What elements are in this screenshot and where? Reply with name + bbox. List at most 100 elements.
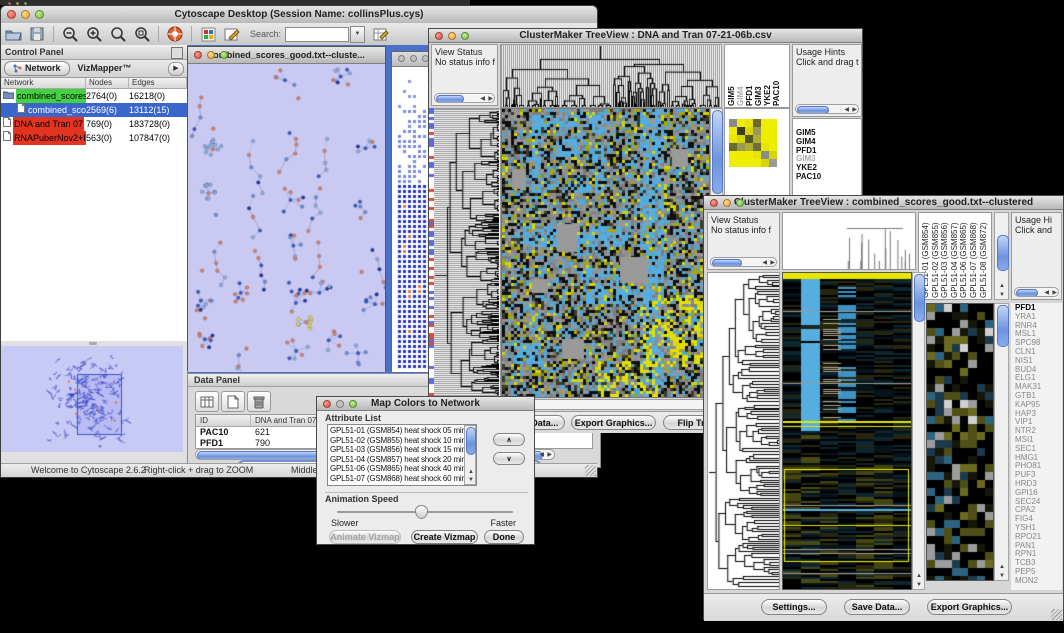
- column-dendrogram-panel[interactable]: [500, 44, 722, 108]
- minimize-button[interactable]: [723, 199, 731, 207]
- close-button[interactable]: [435, 32, 443, 40]
- matrix-cell[interactable]: [745, 119, 753, 127]
- attribute-list-vscrollbar[interactable]: [464, 425, 476, 485]
- matrix-cell[interactable]: [753, 143, 761, 151]
- column-labels-vscrollbar[interactable]: [994, 212, 1009, 300]
- close-button[interactable]: [323, 400, 331, 408]
- zoom-heatmap-canvas[interactable]: [926, 303, 994, 581]
- column-label[interactable]: GPL51-04 (GSM857): [950, 214, 960, 298]
- matrix-cell[interactable]: [737, 127, 745, 135]
- search-input[interactable]: [285, 27, 349, 42]
- search-dropdown-button[interactable]: [350, 26, 365, 43]
- column-label[interactable]: GIM5: [727, 46, 736, 106]
- help-lifebuoy-button[interactable]: [163, 24, 187, 44]
- column-header-id[interactable]: ID: [196, 415, 251, 426]
- move-down-button[interactable]: ∨: [493, 452, 525, 465]
- matrix-cell[interactable]: [729, 127, 737, 135]
- network-row-combined-scores[interactable]: combined_scores2764(0)16218(0): [1, 89, 187, 103]
- matrix-cell[interactable]: [745, 143, 753, 151]
- zoom-button[interactable]: [349, 400, 357, 408]
- row-label[interactable]: MON2: [1015, 577, 1062, 586]
- treeview2-titlebar[interactable]: ClusterMaker TreeView : combined_scores_…: [704, 196, 1063, 210]
- animate-vizmap-button[interactable]: Animate Vizmap: [329, 530, 401, 544]
- save-button[interactable]: [25, 24, 49, 44]
- matrix-cell[interactable]: [753, 151, 761, 159]
- minimize-button[interactable]: [21, 10, 30, 19]
- zoom-button[interactable]: [220, 51, 228, 59]
- column-header-network[interactable]: Network: [1, 78, 86, 88]
- close-button[interactable]: [398, 55, 405, 62]
- main-heatmap-canvas[interactable]: [782, 272, 912, 590]
- matrix-cell[interactable]: [769, 143, 777, 151]
- column-label[interactable]: GPL51-07 (GSM868): [969, 214, 979, 298]
- float-panel-icon[interactable]: [171, 47, 183, 59]
- matrix-cell[interactable]: [761, 135, 769, 143]
- move-up-button[interactable]: ∧: [493, 433, 525, 446]
- matrix-cell[interactable]: [729, 135, 737, 143]
- export-graphics-button[interactable]: Export Graphics...: [571, 415, 656, 430]
- matrix-cell[interactable]: [737, 135, 745, 143]
- column-label[interactable]: GPL51-03 (GSM856): [940, 214, 950, 298]
- matrix-cell[interactable]: [729, 143, 737, 151]
- matrix-cell[interactable]: [769, 159, 777, 167]
- column-header-edges[interactable]: Edges: [129, 78, 187, 88]
- speed-slider-thumb[interactable]: [415, 505, 428, 519]
- treeview1-titlebar[interactable]: ClusterMaker TreeView : DNA and Tran 07-…: [429, 29, 862, 43]
- settings-button[interactable]: Settings...: [761, 599, 827, 615]
- attribute-item[interactable]: GPL51-01 (GSM854) heat shock 05 min: [330, 426, 476, 436]
- matrix-cell[interactable]: [745, 159, 753, 167]
- matrix-cell[interactable]: [753, 119, 761, 127]
- column-label[interactable]: GPL51-08 (GSM872): [979, 214, 989, 298]
- resize-grip[interactable]: [1051, 609, 1062, 620]
- matrix-cell[interactable]: [729, 119, 737, 127]
- dialog-titlebar[interactable]: Map Colors to Network: [317, 397, 534, 411]
- attribute-item[interactable]: GPL51-04 (GSM857) heat shock 20 min: [330, 455, 476, 465]
- view-status-hscrollbar[interactable]: [710, 257, 777, 267]
- save-data-button[interactable]: Save Data...: [844, 599, 910, 615]
- matrix-cell[interactable]: [745, 135, 753, 143]
- attribute-item[interactable]: GPL51-07 (GSM868) heat shock 60 min: [330, 474, 476, 484]
- attribute-item[interactable]: GPL51-06 (GSM865) heat shock 40 min: [330, 464, 476, 474]
- column-label[interactable]: PAC10: [772, 46, 781, 106]
- matrix-cell[interactable]: [753, 127, 761, 135]
- attribute-item[interactable]: GPL51-03 (GSM856) heat shock 15 min: [330, 445, 476, 455]
- zoom-fit-button[interactable]: [106, 24, 130, 44]
- tab-vizmapper[interactable]: VizMapper™: [70, 62, 140, 75]
- matrix-cell[interactable]: [745, 127, 753, 135]
- matrix-cell[interactable]: [761, 159, 769, 167]
- close-button[interactable]: [710, 199, 718, 207]
- matrix-cell[interactable]: [761, 127, 769, 135]
- matrix-cell[interactable]: [761, 151, 769, 159]
- main-window-titlebar[interactable]: Cytoscape Desktop (Session Name: collins…: [1, 6, 597, 24]
- usage-hints-hscrollbar[interactable]: [1014, 287, 1059, 297]
- matrix-cell[interactable]: [761, 119, 769, 127]
- matrix-cell[interactable]: [769, 127, 777, 135]
- minimize-button[interactable]: [448, 32, 456, 40]
- scroll-left-icon[interactable]: [539, 452, 544, 458]
- tab-overflow-button[interactable]: ▶: [168, 62, 184, 76]
- zoom-vscrollbar[interactable]: [994, 303, 1009, 581]
- export-graphics-button[interactable]: Export Graphics...: [927, 599, 1012, 615]
- main-heatmap-canvas[interactable]: [501, 108, 710, 398]
- zoom-button[interactable]: [35, 10, 44, 19]
- zoom-button[interactable]: [461, 32, 469, 40]
- column-header-nodes[interactable]: Nodes: [86, 78, 129, 88]
- matrix-cell[interactable]: [729, 151, 737, 159]
- row-label[interactable]: PAC10: [796, 173, 861, 182]
- row-dendrogram-panel[interactable]: [434, 108, 501, 398]
- column-label[interactable]: GPL51-02 (GSM855): [931, 214, 941, 298]
- zoom-button[interactable]: [736, 199, 744, 207]
- resize-grip[interactable]: [585, 465, 596, 476]
- close-button[interactable]: [194, 51, 202, 59]
- column-label[interactable]: GIM4: [736, 46, 745, 106]
- tab-network[interactable]: Network: [4, 61, 70, 76]
- attribute-select-button[interactable]: [195, 391, 219, 412]
- close-button[interactable]: [7, 10, 16, 19]
- attribute-item[interactable]: GPL51-02 (GSM855) heat shock 10 min: [330, 436, 476, 446]
- minimize-button[interactable]: [207, 51, 215, 59]
- scroll-right-icon[interactable]: [547, 452, 552, 458]
- matrix-cell[interactable]: [745, 151, 753, 159]
- annotation-button[interactable]: [220, 24, 244, 44]
- done-button[interactable]: Done: [484, 530, 524, 544]
- view-status-hscrollbar[interactable]: [434, 93, 495, 103]
